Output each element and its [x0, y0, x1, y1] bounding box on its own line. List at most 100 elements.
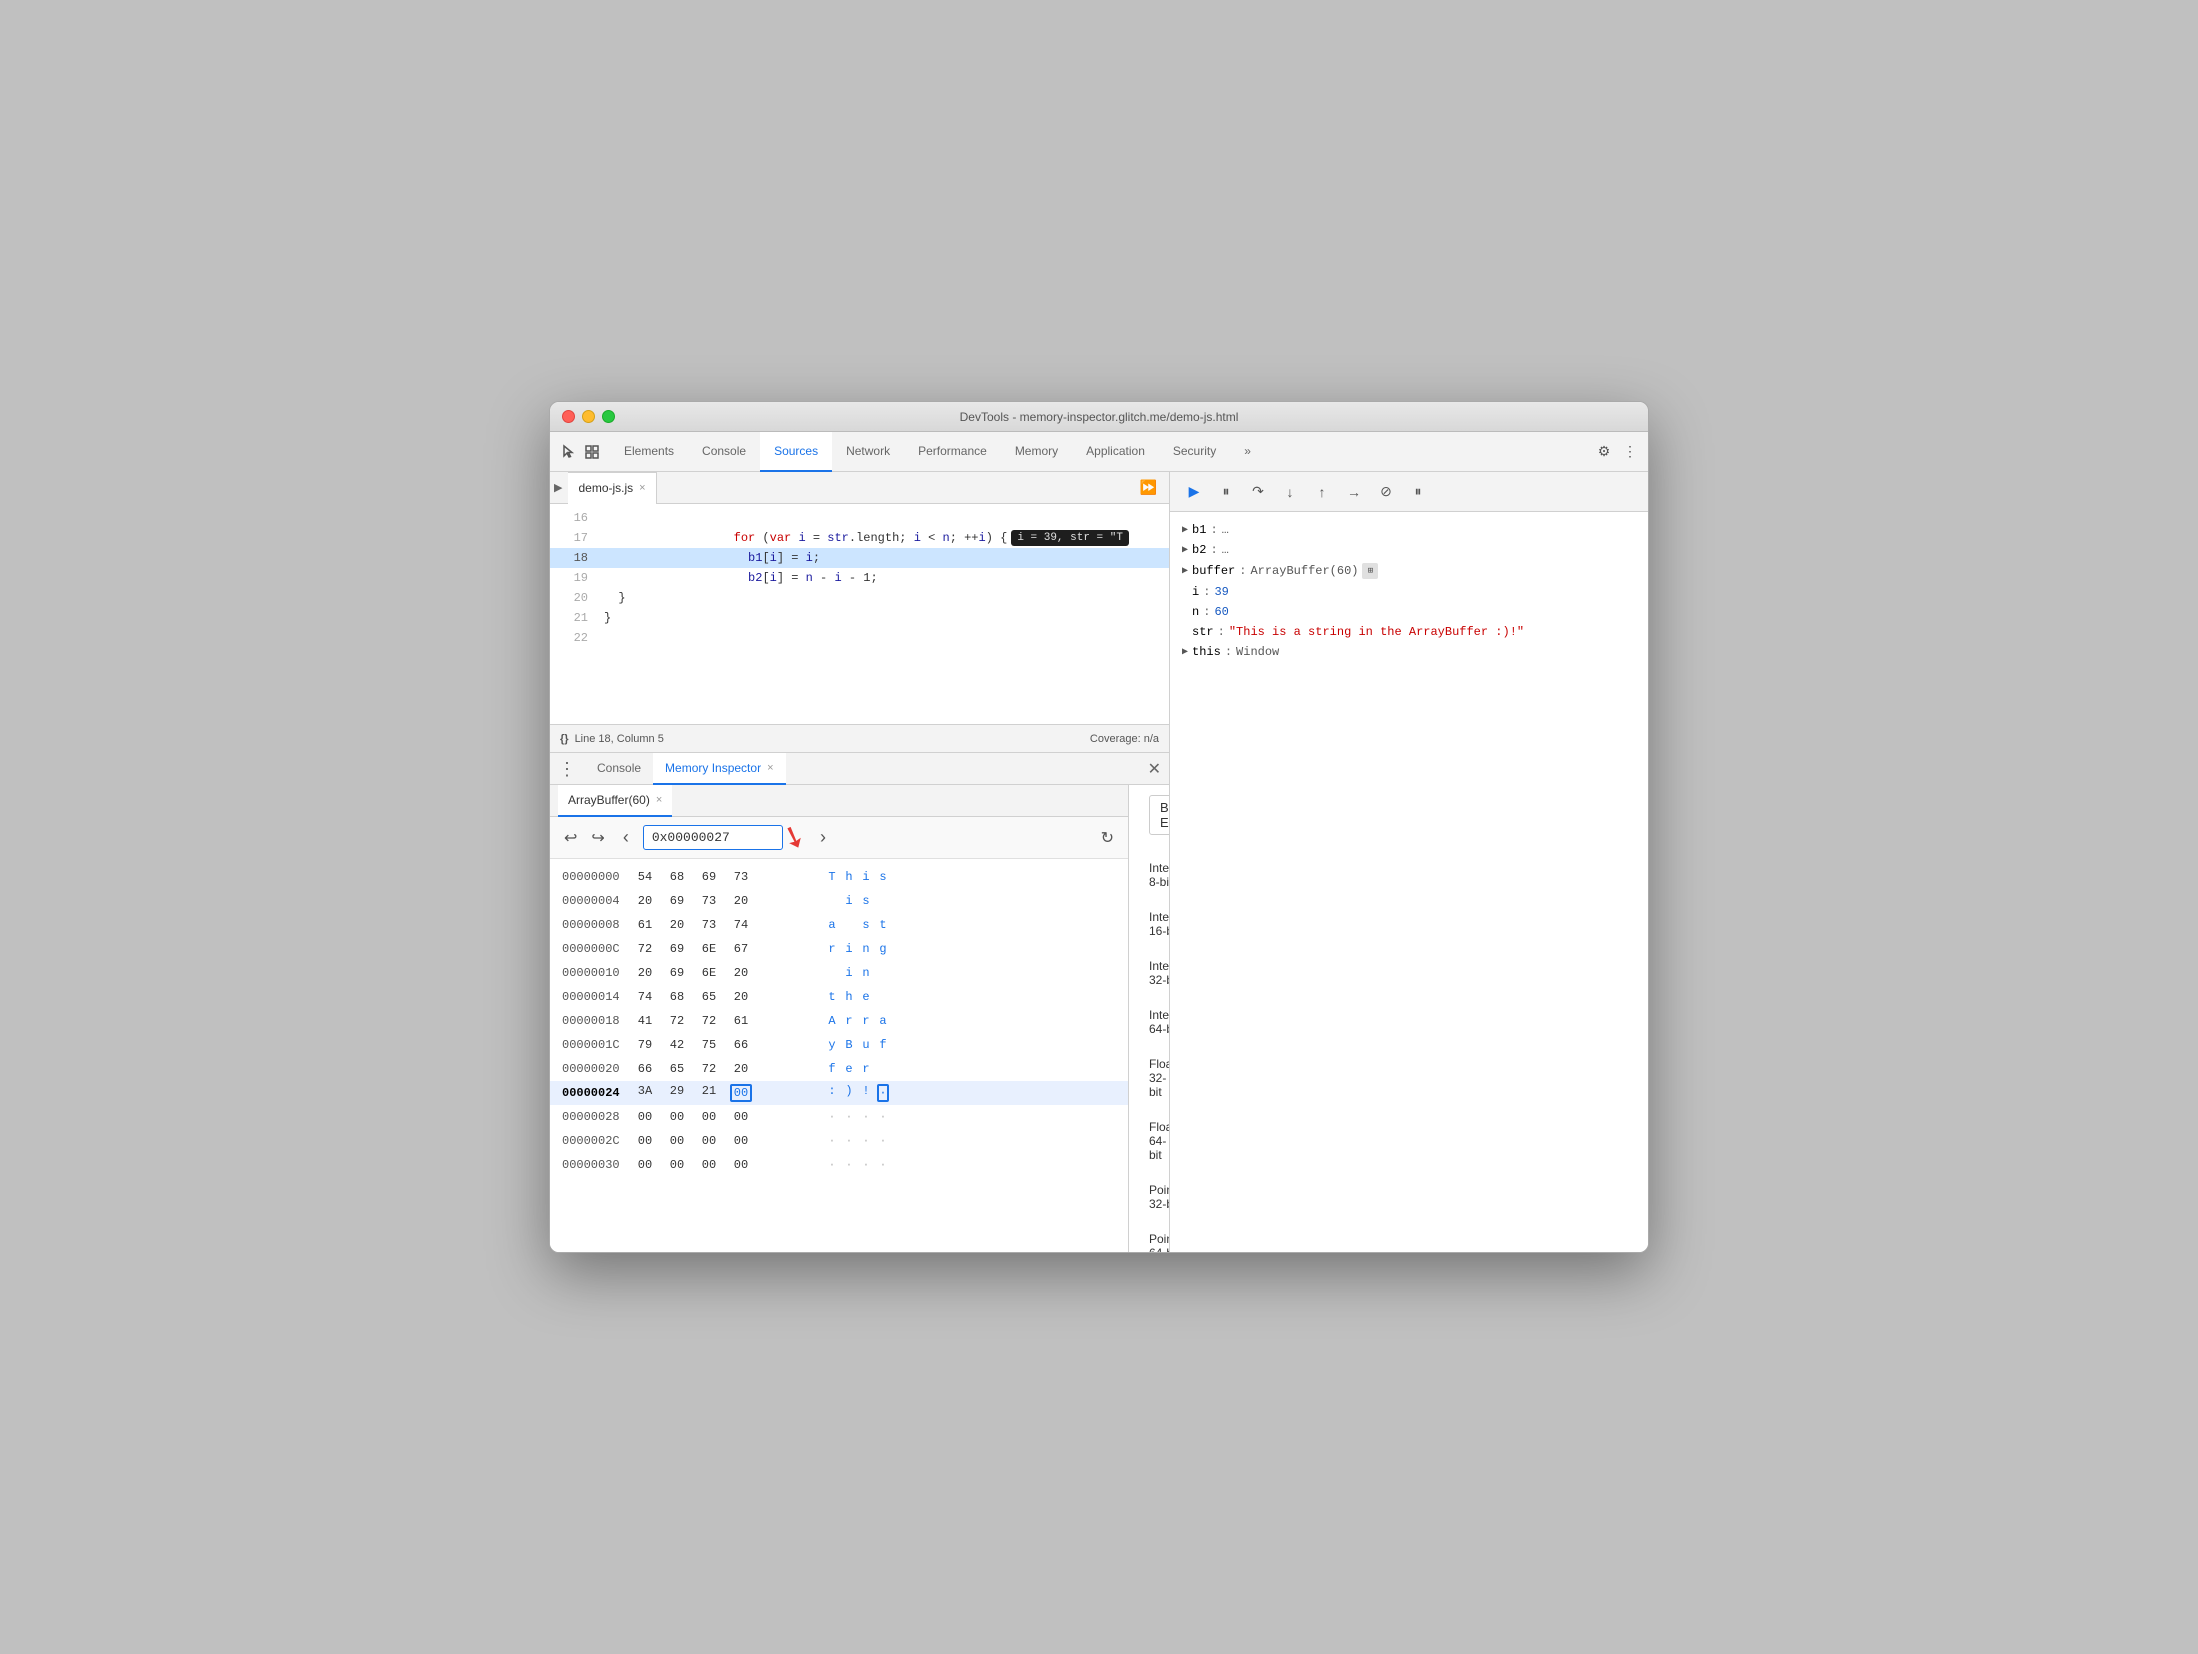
devtools-body: Elements Console Sources Network Perform…: [550, 432, 1648, 1252]
step-button[interactable]: →: [1340, 478, 1368, 506]
expand-icon: ▶: [1182, 524, 1188, 536]
traffic-lights: [562, 410, 615, 423]
close-button[interactable]: [562, 410, 575, 423]
mem-row-00000004: 00000004 20 69 73 20: [550, 889, 1128, 913]
endian-selector[interactable]: Big Endian ▾: [1149, 795, 1169, 835]
step-out-button[interactable]: ↑: [1308, 478, 1336, 506]
main-content: ▶ demo-js.js × ⏩ 16: [550, 472, 1648, 1252]
expand-icon: ▶: [1182, 646, 1188, 658]
file-tab-right: ⏩: [1132, 479, 1165, 496]
red-arrow-annotation: ➘: [776, 817, 812, 858]
mem-row-00000014: 00000014 74 68 65 20 t: [550, 985, 1128, 1009]
expand-icon: ▶: [1182, 565, 1188, 577]
expand-icon: ▶: [1182, 544, 1188, 556]
debug-panel: ▶ ⏸ ↷ ↓ ↑ → ⊘ ⏸ ▶ b1 : …: [1170, 472, 1648, 1252]
code-line-19: 19 b2[i] = n - i - 1;: [550, 568, 1169, 588]
refresh-button[interactable]: ↻: [1097, 824, 1118, 852]
minimize-button[interactable]: [582, 410, 595, 423]
mem-row-00000010: 00000010 20 69 6E 20: [550, 961, 1128, 985]
mem-row-00000024: 00000024 3A 29 21 00 :: [550, 1081, 1128, 1105]
debug-variables: ▶ b1 : … ▶ b2 : … ▶ buffer :: [1170, 512, 1648, 1252]
tab-console-bottom[interactable]: Console: [585, 753, 653, 785]
tab-performance[interactable]: Performance: [904, 432, 1001, 472]
status-bar: {} Line 18, Column 5 Coverage: n/a: [550, 724, 1169, 752]
maximize-button[interactable]: [602, 410, 615, 423]
mem-row-00000030: 00000030 00 00 00 00 ·: [550, 1153, 1128, 1177]
memory-toolbar: ↩ ↪ ‹ ➘ › ↻: [550, 817, 1128, 859]
mem-row-00000008: 00000008 61 20 73 74 a: [550, 913, 1128, 937]
deactivate-breakpoints-button[interactable]: ⊘: [1372, 478, 1400, 506]
close-bottom-panel-button[interactable]: ✕: [1148, 759, 1161, 779]
redo-button[interactable]: ↪: [587, 824, 608, 852]
memory-tab-bar: ArrayBuffer(60) ×: [550, 785, 1128, 817]
memory-hex-view: ArrayBuffer(60) × ↩ ↪ ‹: [550, 785, 1129, 1252]
tab-elements[interactable]: Elements: [610, 432, 688, 472]
toolbar-left-icons: [558, 442, 602, 462]
mem-row-0000001c: 0000001C 79 42 75 66 y: [550, 1033, 1128, 1057]
mem-row-00000028: 00000028 00 00 00 00 ·: [550, 1105, 1128, 1129]
mem-row-00000000: 00000000 54 68 69 73 T: [550, 865, 1128, 889]
cursor-position: Line 18, Column 5: [575, 733, 664, 745]
file-tab-demo-js[interactable]: demo-js.js ×: [568, 472, 656, 504]
window-title: DevTools - memory-inspector.glitch.me/de…: [960, 410, 1239, 424]
mem-row-00000018: 00000018 41 72 72 61 A: [550, 1009, 1128, 1033]
tab-more[interactable]: »: [1230, 432, 1265, 472]
prev-address-button[interactable]: ‹: [615, 823, 637, 852]
memory-icon[interactable]: ⊞: [1362, 563, 1378, 579]
address-input[interactable]: [643, 825, 783, 850]
forward-navigation-icon[interactable]: ⏩: [1132, 479, 1165, 496]
array-buffer-tab[interactable]: ArrayBuffer(60) ×: [558, 785, 672, 817]
step-into-button[interactable]: ↓: [1276, 478, 1304, 506]
resume-button[interactable]: ▶: [1180, 478, 1208, 506]
tab-application[interactable]: Application: [1072, 432, 1159, 472]
var-row-n: ▶ n : 60: [1170, 602, 1648, 622]
toolbar-right: ⚙ ⋮: [1594, 442, 1640, 462]
next-address-button[interactable]: ›: [812, 823, 834, 852]
code-editor: 16 17 for (var i = str.length; i < n; ++…: [550, 504, 1169, 724]
mem-row-00000020: 00000020 66 65 72 20 f: [550, 1057, 1128, 1081]
tab-memory[interactable]: Memory: [1001, 432, 1072, 472]
var-row-buffer[interactable]: ▶ buffer : ArrayBuffer(60) ⊞: [1170, 560, 1648, 582]
memory-value-inspector: Big Endian ▾ ⚙ Integer 8-bit dec ▾: [1129, 785, 1169, 1252]
inspect-icon[interactable]: [582, 442, 602, 462]
memory-inspector-panel: ArrayBuffer(60) × ↩ ↪ ‹: [550, 785, 1169, 1252]
step-over-button[interactable]: ↷: [1244, 478, 1272, 506]
hover-tooltip: i = 39, str = "T: [1011, 530, 1129, 546]
mem-row-0000002c: 0000002C 00 00 00 00 ·: [550, 1129, 1128, 1153]
coverage-status: Coverage: n/a: [1090, 733, 1159, 745]
tab-console[interactable]: Console: [688, 432, 760, 472]
code-line-21: 21 }: [550, 608, 1169, 628]
undo-button[interactable]: ↩: [560, 824, 581, 852]
titlebar: DevTools - memory-inspector.glitch.me/de…: [550, 402, 1648, 432]
code-lines: 16 17 for (var i = str.length; i < n; ++…: [550, 504, 1169, 652]
cursor-icon[interactable]: [558, 442, 578, 462]
mem-row-0000000c: 0000000C 72 69 6E 67 r: [550, 937, 1128, 961]
main-tab-bar: Elements Console Sources Network Perform…: [610, 432, 1594, 472]
pause-button[interactable]: ⏸: [1404, 478, 1432, 506]
pretty-print-icon[interactable]: {}: [560, 733, 569, 745]
var-row-b1[interactable]: ▶ b1 : …: [1170, 520, 1648, 540]
var-row-this[interactable]: ▶ this : Window: [1170, 642, 1648, 662]
tab-sources[interactable]: Sources: [760, 432, 832, 472]
file-tab-bar: ▶ demo-js.js × ⏩: [550, 472, 1169, 504]
more-options-icon[interactable]: ⋮: [1620, 442, 1640, 462]
settings-icon[interactable]: ⚙: [1594, 442, 1614, 462]
bottom-panel-menu-icon[interactable]: ⋮: [558, 760, 575, 778]
tab-memory-inspector[interactable]: Memory Inspector ×: [653, 753, 785, 785]
var-row-b2[interactable]: ▶ b2 : …: [1170, 540, 1648, 560]
sidebar-toggle-icon[interactable]: ▶: [554, 481, 562, 494]
tab-security[interactable]: Security: [1159, 432, 1230, 472]
bottom-tab-bar: ⋮ Console Memory Inspector × ✕: [550, 753, 1169, 785]
var-row-str: ▶ str : "This is a string in the ArrayBu…: [1170, 622, 1648, 642]
memory-hex-grid: 00000000 54 68 69 73 T: [550, 859, 1128, 1252]
devtools-window: DevTools - memory-inspector.glitch.me/de…: [549, 401, 1649, 1253]
devtools-toolbar: Elements Console Sources Network Perform…: [550, 432, 1648, 472]
pause-on-exception-button[interactable]: ⏸: [1212, 478, 1240, 506]
code-panel: ▶ demo-js.js × ⏩ 16: [550, 472, 1170, 1252]
tab-network[interactable]: Network: [832, 432, 904, 472]
bottom-panel: ⋮ Console Memory Inspector × ✕: [550, 752, 1169, 1252]
selected-byte[interactable]: 00: [730, 1084, 752, 1102]
debug-toolbar: ▶ ⏸ ↷ ↓ ↑ → ⊘ ⏸: [1170, 472, 1648, 512]
var-row-i: ▶ i : 39: [1170, 582, 1648, 602]
code-line-22: 22: [550, 628, 1169, 648]
